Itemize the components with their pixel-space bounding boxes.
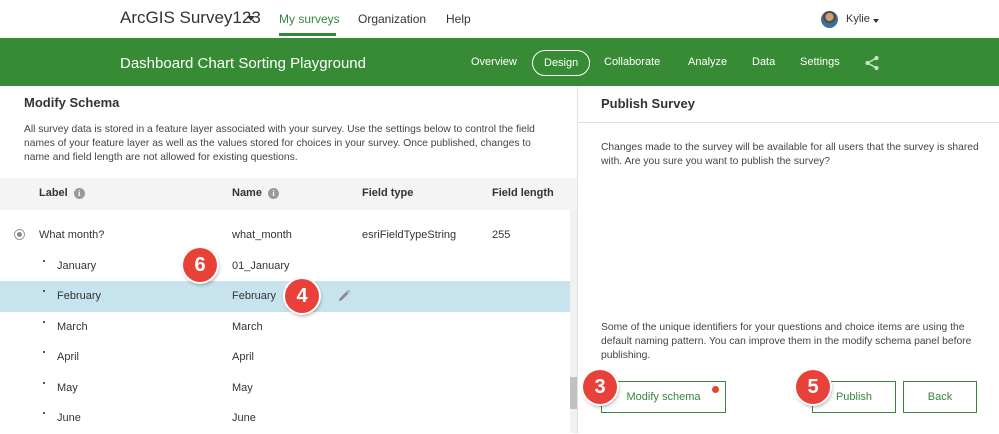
- user-menu-caret-icon[interactable]: [873, 19, 879, 23]
- table-row-choice[interactable]: May May: [0, 373, 570, 404]
- table-row-choice[interactable]: June June: [0, 403, 570, 434]
- callout-badge-3: 3: [583, 370, 617, 404]
- divider: [578, 122, 999, 123]
- bullet-icon: [43, 351, 45, 353]
- choice-label: April: [57, 351, 80, 363]
- table-row-choice[interactable]: January 01_January: [0, 251, 570, 282]
- survey-title: Dashboard Chart Sorting Playground: [120, 55, 366, 72]
- scrollbar-thumb[interactable]: [570, 377, 577, 409]
- table-row-choice[interactable]: March March: [0, 312, 570, 343]
- tab-analyze[interactable]: Analyze: [688, 56, 727, 68]
- publish-survey-panel: Publish Survey Changes made to the surve…: [577, 86, 999, 433]
- nav-help[interactable]: Help: [446, 12, 471, 26]
- modify-schema-description: All survey data is stored in a feature l…: [24, 124, 535, 163]
- choice-label: January: [57, 259, 97, 272]
- user-avatar[interactable]: [821, 11, 838, 28]
- question-label: What month?: [39, 229, 105, 241]
- choice-label: March: [57, 320, 88, 333]
- choice-name[interactable]: April: [232, 351, 254, 363]
- app-menu-caret-icon[interactable]: [247, 16, 255, 21]
- active-nav-underline: [279, 33, 336, 36]
- tab-settings[interactable]: Settings: [800, 56, 840, 68]
- question-field-length[interactable]: 255: [492, 229, 510, 241]
- bullet-icon: [43, 259, 45, 262]
- choice-name[interactable]: February: [232, 290, 276, 302]
- back-button[interactable]: Back: [903, 381, 977, 413]
- tab-design[interactable]: Design: [532, 50, 591, 76]
- info-icon[interactable]: i: [73, 188, 85, 199]
- choice-name[interactable]: 01_January: [232, 260, 290, 272]
- bullet-icon: [43, 320, 45, 323]
- choice-label: May: [57, 381, 78, 394]
- edit-pencil-icon[interactable]: [337, 289, 351, 303]
- publish-survey-title: Publish Survey: [601, 96, 695, 111]
- modify-schema-button[interactable]: Modify schema: [601, 381, 726, 413]
- schema-table-header: Label i Name i Field type Field length: [0, 178, 577, 210]
- choice-label: June: [57, 412, 81, 424]
- top-navigation-bar: ArcGIS Survey123 My surveys Organization…: [0, 0, 999, 38]
- column-header-name: Name i: [232, 187, 279, 199]
- nav-organization[interactable]: Organization: [358, 12, 426, 26]
- table-row-choice[interactable]: April April: [0, 342, 570, 373]
- tab-overview[interactable]: Overview: [471, 56, 517, 68]
- survey-header-bar: Dashboard Chart Sorting Playground Overv…: [0, 38, 999, 86]
- choice-name[interactable]: June: [232, 412, 256, 424]
- callout-badge-6: 5: [796, 370, 830, 404]
- modify-schema-title: Modify Schema: [24, 95, 120, 110]
- table-row-question[interactable]: What month? what_month esriFieldTypeStri…: [0, 220, 570, 251]
- callout-badge-5: 6: [183, 248, 217, 282]
- nav-my-surveys[interactable]: My surveys: [279, 12, 340, 26]
- publish-confirmation-text: Changes made to the survey will be avail…: [601, 142, 979, 167]
- bullet-icon: [43, 412, 45, 414]
- bullet-icon: [43, 381, 45, 384]
- schema-table-body: What month? what_month esriFieldTypeStri…: [0, 220, 570, 434]
- column-header-field-length: Field length: [492, 187, 554, 199]
- callout-badge-4: 4: [285, 279, 319, 313]
- notification-dot-icon: [712, 386, 719, 393]
- choice-label: February: [57, 290, 102, 302]
- choice-name[interactable]: March: [232, 321, 263, 333]
- tab-data[interactable]: Data: [752, 56, 775, 68]
- question-field-type: esriFieldTypeString: [362, 229, 457, 241]
- share-icon[interactable]: [864, 55, 880, 71]
- column-header-label: Label i: [39, 187, 85, 199]
- column-header-field-type: Field type: [362, 187, 414, 199]
- naming-pattern-warning: Some of the unique identifiers for your …: [601, 322, 972, 361]
- app-title[interactable]: ArcGIS Survey123: [120, 8, 261, 28]
- modify-schema-panel: Modify Schema All survey data is stored …: [0, 86, 577, 433]
- choice-name[interactable]: May: [232, 382, 253, 394]
- user-name[interactable]: Kylie: [846, 13, 870, 25]
- tab-collaborate[interactable]: Collaborate: [604, 56, 660, 68]
- question-radio[interactable]: [14, 229, 25, 240]
- question-name[interactable]: what_month: [232, 229, 292, 241]
- info-icon[interactable]: i: [267, 188, 279, 199]
- bullet-icon: [43, 290, 45, 292]
